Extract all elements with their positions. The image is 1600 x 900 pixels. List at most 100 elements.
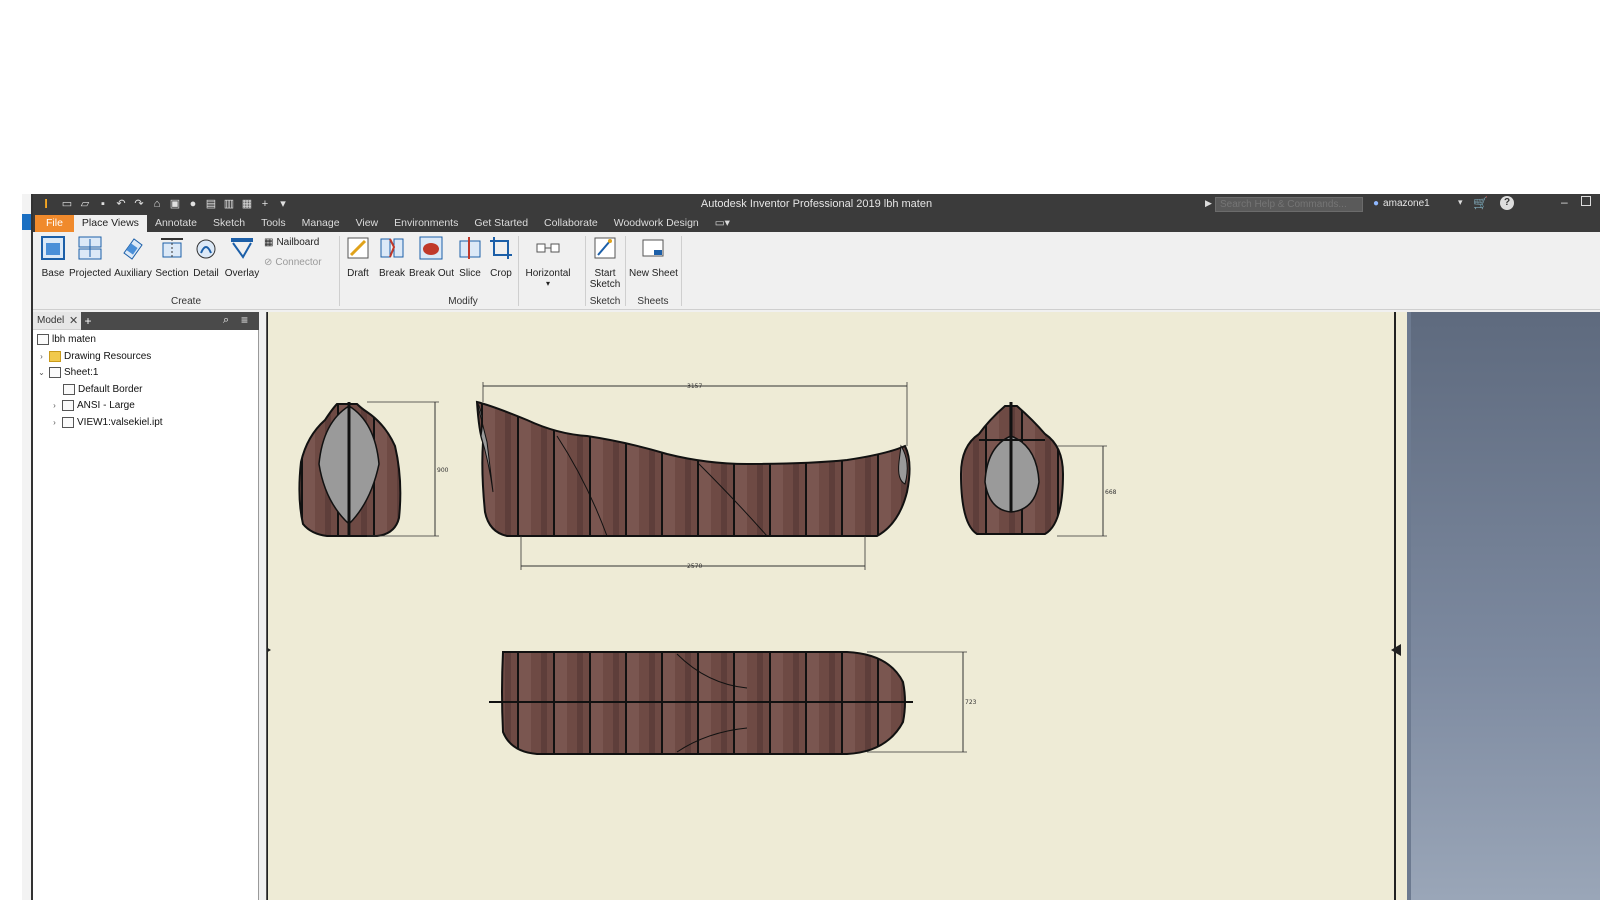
new-sheet-icon [642, 239, 664, 257]
expand-icon[interactable]: › [50, 418, 59, 427]
tab-place-views[interactable]: Place Views [73, 215, 147, 232]
tab-woodwork-design[interactable]: Woodwork Design [606, 215, 707, 232]
nailboard-button[interactable]: ▦ Nailboard [264, 237, 319, 248]
browser-tab-model[interactable]: Model [37, 315, 64, 326]
horizontal-button[interactable]: Horizontal ▾ [523, 235, 573, 288]
connector-icon: ⊘ [264, 257, 273, 268]
cart-icon[interactable]: 🛒 [1473, 196, 1488, 210]
tab-collaborate[interactable]: Collaborate [536, 215, 606, 232]
slice-icon [459, 237, 481, 259]
base-view-icon [41, 236, 65, 260]
tree-label: Drawing Resources [64, 351, 152, 362]
user-dropdown-icon[interactable]: ▾ [1458, 197, 1463, 208]
minimize-button[interactable]: – [1561, 195, 1568, 209]
base-label: Base [41, 268, 65, 279]
search-icon[interactable]: ⌕ [223, 314, 229, 327]
start-sketch-icon [594, 237, 616, 259]
break-out-icon [419, 236, 443, 260]
maximize-button[interactable] [1581, 196, 1591, 206]
list-item[interactable]: › Drawing Resources [37, 351, 151, 362]
user-account[interactable]: ● amazone1 [1373, 198, 1430, 209]
tab-view[interactable]: View [348, 215, 387, 232]
section-view-icon [161, 238, 183, 258]
plan-view[interactable]: 723 [489, 651, 977, 755]
dim-plan-width: 723 [965, 699, 977, 706]
list-item[interactable]: ⌄ Sheet:1 [37, 367, 98, 378]
tab-annotate[interactable]: Annotate [147, 215, 205, 232]
user-name: amazone1 [1383, 198, 1430, 209]
dim-rear-height: 668 [1105, 489, 1117, 496]
base-button[interactable]: Base [37, 235, 69, 279]
ribbon-tabs: File Place Views Annotate Sketch Tools M… [33, 214, 1600, 232]
model-browser: Model ✕ + ⌕ ≡ lbh maten › Drawing Resourc… [33, 312, 259, 900]
tab-environments[interactable]: Environments [386, 215, 466, 232]
new-sheet-label: New Sheet [629, 268, 678, 279]
crop-button[interactable]: Crop [487, 235, 515, 279]
help-icon[interactable]: ? [1500, 196, 1514, 210]
list-item[interactable]: › ANSI - Large [50, 400, 135, 411]
nailboard-icon: ▦ [264, 237, 274, 248]
overlay-button[interactable]: Overlay [223, 235, 261, 279]
tab-tools[interactable]: Tools [253, 215, 294, 232]
expand-icon[interactable]: › [37, 352, 46, 361]
new-sheet-button[interactable]: New Sheet [629, 235, 678, 279]
drawing-sheet[interactable]: 900 3157 2570 668 723 [267, 312, 1407, 900]
crop-icon [490, 237, 512, 259]
ribbon-separator [681, 236, 682, 306]
browser-header: Model ✕ + ⌕ ≡ [33, 312, 259, 330]
front-view[interactable]: 900 [298, 401, 449, 537]
ribbon-display-toggle-icon[interactable]: ▭▾ [707, 215, 730, 232]
ribbon: Base Projected Auxiliary Section Detail … [33, 232, 1600, 310]
graphics-background [1411, 312, 1600, 900]
draft-button[interactable]: Draft [343, 235, 373, 279]
title-bar: I ▭ ▱ ▪ ↶ ↷ ⌂ ▣ ● ▤ ▥ ▦ + ▾ Autodesk Inv… [33, 194, 1600, 214]
section-label: Section [155, 268, 189, 279]
detail-label: Detail [193, 268, 219, 279]
break-out-label: Break Out [409, 268, 455, 279]
drawing-views: 900 3157 2570 668 723 [267, 312, 1401, 900]
slice-label: Slice [459, 268, 481, 279]
expand-icon[interactable]: › [50, 401, 59, 410]
start-sketch-label-1: Start [594, 268, 616, 279]
slice-button[interactable]: Slice [456, 235, 484, 279]
auxiliary-label: Auxiliary [114, 268, 152, 279]
tab-sketch[interactable]: Sketch [205, 215, 253, 232]
help-search-input[interactable] [1215, 197, 1363, 212]
tab-manage[interactable]: Manage [294, 215, 348, 232]
break-out-button[interactable]: Break Out [409, 235, 455, 279]
list-item[interactable]: Default Border [63, 384, 142, 395]
side-view[interactable]: 3157 2570 [475, 382, 911, 570]
start-sketch-button[interactable]: Start Sketch [589, 235, 621, 290]
menu-icon[interactable]: ≡ [241, 313, 248, 327]
start-sketch-label-2: Sketch [589, 279, 621, 290]
projected-view-icon [78, 236, 102, 260]
auxiliary-button[interactable]: Auxiliary [113, 235, 153, 279]
detail-view-icon [196, 239, 216, 259]
list-item[interactable]: lbh maten [37, 334, 96, 345]
rear-view[interactable]: 668 [959, 402, 1117, 537]
projected-button[interactable]: Projected [69, 235, 111, 279]
tree-label: Sheet:1 [64, 367, 99, 378]
tab-get-started[interactable]: Get Started [466, 215, 536, 232]
break-button[interactable]: Break [378, 235, 406, 279]
panel-create: Create [170, 296, 201, 307]
projected-label: Projected [69, 268, 112, 279]
break-label: Break [378, 268, 406, 279]
left-edge-blue-tab [22, 214, 31, 230]
search-expand-icon[interactable]: ▶ [1205, 198, 1212, 209]
section-button[interactable]: Section [155, 235, 189, 279]
collapse-icon[interactable]: ⌄ [37, 368, 46, 377]
drawing-canvas[interactable]: 900 3157 2570 668 723 [267, 312, 1600, 900]
horizontal-dropdown-icon[interactable]: ▾ [523, 279, 573, 288]
list-item[interactable]: › VIEW1:valsekiel.ipt [50, 417, 163, 428]
add-browser-icon[interactable]: + [81, 312, 95, 330]
border-icon [63, 384, 75, 395]
horizontal-align-icon [536, 243, 560, 253]
nailboard-label: Nailboard [276, 237, 320, 248]
close-icon[interactable]: ✕ [69, 314, 78, 327]
panel-modify: Modify [448, 296, 478, 307]
detail-button[interactable]: Detail [191, 235, 221, 279]
browser-splitter[interactable] [259, 312, 267, 900]
tab-file[interactable]: File [35, 215, 74, 232]
drawing-icon [37, 334, 49, 345]
